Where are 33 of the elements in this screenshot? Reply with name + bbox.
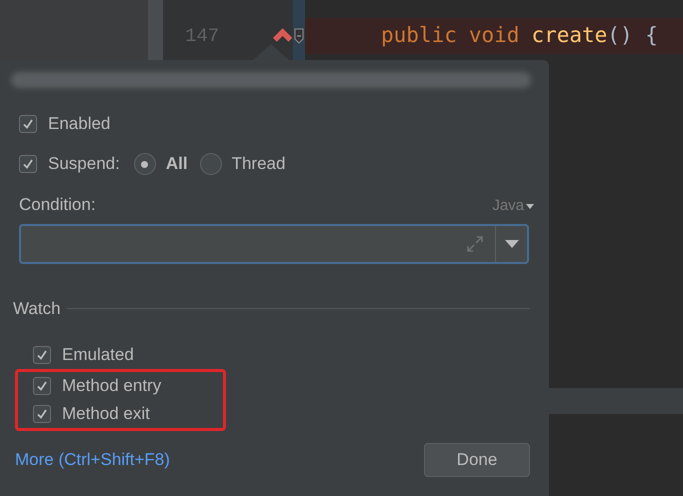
checkbox[interactable] — [33, 405, 51, 423]
check-icon — [22, 158, 34, 170]
language-dropdown[interactable]: Java — [492, 195, 534, 218]
checkbox-label: Suspend: — [48, 153, 120, 176]
radio-button[interactable] — [134, 153, 156, 175]
checkbox-label: Enabled — [48, 113, 110, 136]
radio-label: All — [166, 153, 188, 176]
caret-icon — [504, 240, 518, 248]
section-label: Watch — [13, 298, 61, 320]
check-icon — [22, 118, 34, 130]
radio-button[interactable] — [200, 153, 222, 175]
checkbox[interactable] — [33, 346, 51, 364]
checkbox-label: Method exit — [62, 403, 150, 426]
code-token: () { — [607, 22, 658, 50]
done-button[interactable]: Done — [424, 443, 530, 477]
checkbox[interactable] — [19, 155, 37, 173]
caret-icon — [526, 204, 534, 209]
check-icon — [36, 349, 48, 361]
condition-label: Condition: — [19, 194, 96, 216]
code-token: public — [381, 22, 457, 50]
radio-label: Thread — [232, 153, 286, 176]
more-link[interactable]: More (Ctrl+Shift+F8) — [15, 447, 170, 473]
checkbox[interactable] — [33, 377, 51, 395]
checkbox-label: Emulated — [62, 344, 134, 366]
check-icon — [36, 408, 48, 420]
condition-field[interactable] — [19, 224, 529, 264]
code-token: create — [531, 22, 608, 50]
check-icon — [36, 380, 48, 392]
code-token: void — [468, 22, 520, 50]
checkbox[interactable] — [19, 115, 37, 133]
checkbox-label: Method entry — [62, 375, 162, 398]
fold-icon[interactable] — [294, 28, 304, 44]
scrollbar — [148, 0, 163, 60]
